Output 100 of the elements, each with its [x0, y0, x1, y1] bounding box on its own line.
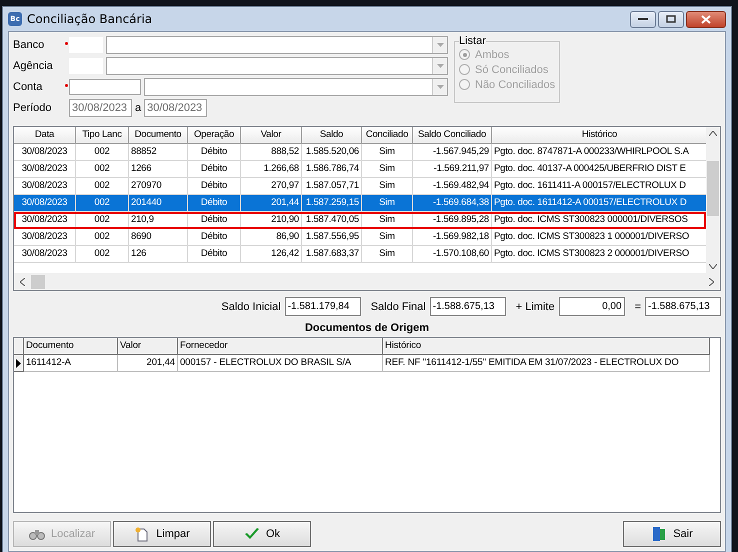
- total-field[interactable]: -1.588.675,13: [645, 297, 721, 316]
- table-cell: Débito: [188, 246, 241, 263]
- table-cell: 1266: [129, 161, 188, 178]
- column-header[interactable]: Saldo Conciliado: [413, 127, 492, 144]
- scroll-down-icon: [709, 264, 717, 269]
- minimize-button[interactable]: [630, 10, 656, 28]
- dropdown-arrow-icon: [436, 64, 444, 68]
- row-indicator-header: [14, 338, 24, 355]
- minimize-icon: [638, 17, 648, 21]
- window-title: Conciliação Bancária: [27, 12, 154, 26]
- ok-button[interactable]: Ok: [213, 521, 311, 547]
- table-cell: 1.585.520,06: [302, 144, 362, 161]
- table-cell: Débito: [188, 195, 241, 212]
- column-header[interactable]: Valor: [118, 338, 178, 355]
- field-label: Conta: [13, 81, 44, 93]
- table-cell: -1.569.982,18: [413, 229, 492, 246]
- maximize-button[interactable]: [658, 10, 684, 28]
- dropdown-arrow-icon: [436, 85, 444, 89]
- group-title: Listar: [459, 35, 486, 47]
- table-cell: 30/08/2023: [14, 212, 76, 229]
- column-header[interactable]: Conciliado: [362, 127, 413, 144]
- column-header[interactable]: Histórico: [492, 127, 706, 144]
- table-cell: 86,90: [241, 229, 302, 246]
- total-field[interactable]: -1.588.675,13: [430, 297, 506, 316]
- table-cell: Débito: [188, 144, 241, 161]
- table-row[interactable]: 30/08/2023 002 201440 Débito 201,44 1.587.259,15 Sim -1.569.684,38 Pgto. doc. 1611412-A 000157/ELECTROLUX D: [14, 195, 706, 212]
- code-field[interactable]: [69, 79, 141, 95]
- column-header[interactable]: Documento: [24, 338, 118, 355]
- total-label: =: [634, 300, 641, 312]
- total-label: Saldo Final: [370, 300, 426, 312]
- table-row[interactable]: 30/08/2023 002 8690 Débito 86,90 1.587.556,95 Sim -1.569.982,18 Pgto. doc. ICMS ST300823 1 000001/DIVERSO: [14, 229, 706, 246]
- table-row[interactable]: 30/08/2023 002 210,9 Débito 210,90 1.587.470,05 Sim -1.569.895,28 Pgto. doc. ICMS ST300823 000001/DIVERSOS: [14, 212, 706, 229]
- scroll-thumb[interactable]: [707, 161, 719, 216]
- section-title: Documentos de Origem: [304, 321, 430, 336]
- horizontal-scrollbar[interactable]: [14, 273, 720, 290]
- row-indicator[interactable]: [14, 355, 24, 372]
- table-cell: -1.569.895,28: [413, 212, 492, 229]
- table-cell: 210,9: [129, 212, 188, 229]
- table-row[interactable]: 30/08/2023 002 1266 Débito 1.266,68 1.586.786,74 Sim -1.569.211,97 Pgto. doc. 40137-A 000425/UBERFRIO DIST E: [14, 161, 706, 178]
- column-header[interactable]: Histórico: [383, 338, 710, 355]
- table-cell: Sim: [362, 144, 413, 161]
- table-cell: 1.587.470,05: [302, 212, 362, 229]
- table-cell: Débito: [188, 212, 241, 229]
- date-field[interactable]: 30/08/2023: [144, 99, 208, 117]
- field-label: Banco: [13, 39, 46, 51]
- column-header[interactable]: Saldo: [302, 127, 362, 144]
- column-header[interactable]: Data: [14, 127, 76, 144]
- dropdown-field[interactable]: [144, 78, 448, 96]
- separator-label: a: [135, 102, 142, 114]
- table-cell: 210,90: [241, 212, 302, 229]
- scroll-thumb[interactable]: [31, 274, 45, 288]
- table-cell: -1.569.684,38: [413, 195, 492, 212]
- checkmark-icon: [244, 527, 260, 541]
- dropdown-arrow-icon: [436, 43, 444, 47]
- column-header[interactable]: Fornecedor: [178, 338, 383, 355]
- vertical-scrollbar[interactable]: [706, 127, 720, 273]
- table-cell: Sim: [362, 246, 413, 263]
- table-cell: 888,52: [241, 144, 302, 161]
- table-row[interactable]: 30/08/2023 002 88852 Débito 888,52 1.585.520,06 Sim -1.567.945,29 Pgto. doc. 8747871-A 000233/WHIRLPOOL S.A: [14, 144, 706, 161]
- field-label: Período: [13, 102, 53, 114]
- exit-button[interactable]: Sair: [623, 521, 721, 547]
- table-cell: Sim: [362, 195, 413, 212]
- dropdown-field[interactable]: [106, 57, 448, 75]
- table-cell: 201,44: [241, 195, 302, 212]
- clear-button[interactable]: Limpar: [113, 521, 211, 547]
- table-cell: -1.570.108,60: [413, 246, 492, 263]
- column-header[interactable]: Tipo Lanc: [76, 127, 129, 144]
- table-cell: Sim: [362, 161, 413, 178]
- table-cell: 002: [76, 229, 129, 246]
- table-cell: Débito: [188, 161, 241, 178]
- table-row[interactable]: 30/08/2023 002 126 Débito 126,42 1.587.683,37 Sim -1.570.108,60 Pgto. doc. ICMS ST300823 2 000001/DIVERSO: [14, 246, 706, 263]
- total-field[interactable]: -1.581.179,84: [284, 297, 361, 316]
- table-cell: REF. NF "1611412-1/55" EMITIDA EM 31/07/2023 - ELECTROLUX DO: [383, 355, 710, 372]
- table-cell: 002: [76, 246, 129, 263]
- table-cell: 201440: [129, 195, 188, 212]
- table-cell: 30/08/2023: [14, 246, 76, 263]
- column-header[interactable]: Operação: [188, 127, 241, 144]
- table-cell: Sim: [362, 229, 413, 246]
- total-field[interactable]: 0,00: [558, 297, 625, 316]
- new-document-icon: [134, 526, 150, 542]
- close-icon: [701, 14, 711, 24]
- table-cell: 002: [76, 195, 129, 212]
- dropdown-field[interactable]: [106, 36, 448, 54]
- close-button[interactable]: [686, 10, 726, 28]
- column-header[interactable]: Documento: [129, 127, 188, 144]
- scroll-right-icon: [709, 278, 714, 286]
- table-cell: 1.586.786,74: [302, 161, 362, 178]
- table-cell: 000157 - ELECTROLUX DO BRASIL S/A: [178, 355, 383, 372]
- scroll-up-icon: [709, 131, 717, 136]
- table-cell: 126: [129, 246, 188, 263]
- table-cell: 30/08/2023: [14, 161, 76, 178]
- column-header[interactable]: Valor: [241, 127, 302, 144]
- maximize-icon: [666, 15, 676, 23]
- scroll-left-icon: [20, 278, 25, 286]
- binoculars-icon: [28, 527, 45, 541]
- door-icon: [651, 526, 668, 542]
- table-cell: -1.567.945,29: [413, 144, 492, 161]
- table-cell: 1.587.683,37: [302, 246, 362, 263]
- date-field[interactable]: 30/08/2023: [69, 99, 132, 117]
- table-cell: 30/08/2023: [14, 195, 76, 212]
